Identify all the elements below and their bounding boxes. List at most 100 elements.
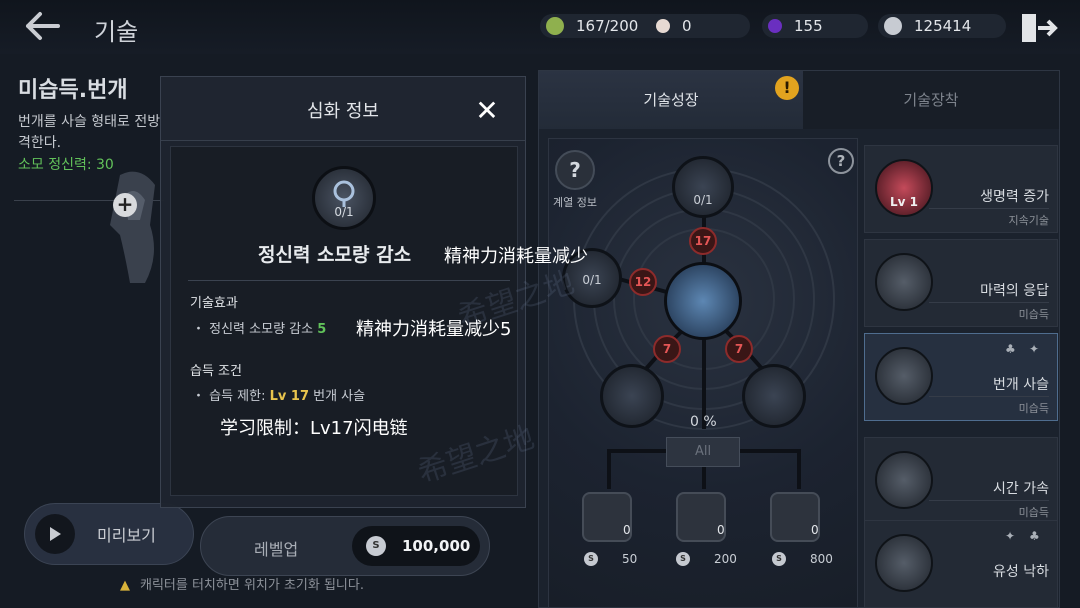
skill-node-bottom-left[interactable] — [600, 364, 664, 428]
book-count-1: 0 — [623, 523, 631, 537]
book-cost-2-value: 200 — [714, 552, 737, 566]
level-up-cost-value: 100,000 — [402, 537, 471, 555]
separator — [929, 500, 1049, 501]
preview-label: 미리보기 — [97, 526, 156, 545]
gem-counter: 155 — [762, 14, 868, 38]
skill-status: 미습득 — [1018, 402, 1049, 415]
page-title: 기술 — [94, 18, 139, 46]
warning-icon: ▲ — [120, 578, 130, 593]
requirement-skill: 번개 사슬 — [309, 389, 366, 404]
club-icon: ♣ — [1029, 529, 1040, 543]
requirement-level: Lv 17 — [269, 389, 309, 404]
skill-status: 미습득 — [1018, 506, 1049, 519]
meteor-icon — [875, 534, 933, 592]
skill-name: 미습득.번개 — [18, 78, 128, 103]
req-badge-bottom-right: 7 — [725, 335, 753, 363]
enhance-node-progress: 0/1 — [334, 205, 354, 219]
book-cost-2: S 200 — [676, 552, 737, 566]
translation-overlay: 精神力消耗量减少 — [444, 246, 588, 267]
silver-coin-icon — [884, 17, 902, 35]
play-icon — [35, 514, 75, 554]
effect-value: 5 — [317, 322, 327, 337]
purple-gem-icon — [768, 19, 782, 33]
tab-skill-equip[interactable]: 기술장착 — [803, 71, 1059, 129]
stamina-icon — [546, 17, 564, 35]
level-up-cost: S 100,000 — [352, 526, 480, 566]
exit-icon[interactable] — [1018, 10, 1058, 46]
coin-icon: S — [772, 552, 786, 566]
stamina-value: 167/200 — [576, 17, 639, 35]
warning-message: ▲ 캐릭터를 터치하면 위치가 초기화 됩니다. — [120, 574, 364, 593]
skill-status: 미습득 — [1018, 308, 1049, 321]
skill-level: Lv 1 — [890, 195, 918, 209]
pearl-counter: 0 — [650, 14, 750, 38]
skill-title: 유성 낙하 — [993, 564, 1049, 580]
coin-icon: S — [676, 552, 690, 566]
preview-button[interactable]: 미리보기 — [24, 503, 194, 565]
separator — [929, 396, 1049, 397]
progress-percent: 0 % — [690, 414, 717, 430]
effect-line: ・ 정신력 소모량 감소 5 — [192, 318, 326, 337]
skill-title: 시간 가속 — [993, 481, 1049, 497]
coin-value: 125414 — [914, 17, 972, 35]
back-arrow-icon[interactable] — [22, 8, 62, 44]
enhance-node-icon — [312, 166, 376, 230]
skill-list: Lv 1 생명력 증가 지속기술 마력의 응답 미습득 ♣ ✦ 번개 사슬 미습… — [864, 145, 1058, 608]
book-cost-1-value: 50 — [622, 552, 638, 566]
skill-node-top[interactable] — [672, 156, 734, 218]
requirement-label: ・ 습득 제한: — [192, 389, 270, 404]
skill-list-item-selected[interactable]: ♣ ✦ 번개 사슬 미습득 — [864, 333, 1058, 421]
skill-title: 생명력 증가 — [980, 189, 1049, 205]
translation-overlay: 精神力消耗量减少5 — [356, 319, 512, 340]
effect-label: ・ 정신력 소모량 감소 — [192, 322, 318, 337]
pearl-icon — [656, 19, 670, 33]
skill-list-item[interactable]: 마력의 응답 미습득 — [864, 239, 1058, 327]
level-up-label: 레벨업 — [254, 540, 299, 559]
enhance-skill-name: 정신력 소모량 감소 — [258, 244, 412, 266]
skill-node-center[interactable] — [664, 262, 742, 340]
skill-node-top-progress: 0/1 — [693, 193, 713, 207]
effect-header: 기술효과 — [190, 296, 238, 311]
book-count-2: 0 — [717, 523, 725, 537]
spark-icon: ✦ — [1029, 342, 1040, 356]
modal-title: 심화 정보 — [307, 101, 379, 122]
skill-type: 지속기술 — [1008, 214, 1049, 227]
book-cost-3: S 800 — [772, 552, 833, 566]
skill-title: 번개 사슬 — [993, 377, 1049, 393]
magic-response-icon — [875, 253, 933, 311]
club-icon: ♣ — [1005, 342, 1016, 356]
req-badge-top: 17 — [689, 227, 717, 255]
tree-info-label: 계열 정보 — [553, 196, 597, 209]
tree-info-button[interactable]: ? — [555, 150, 595, 190]
coin-icon: S — [584, 552, 598, 566]
alert-icon: ! — [775, 76, 799, 100]
close-icon[interactable]: ✕ — [472, 96, 502, 126]
spark-icon: ✦ — [1005, 529, 1016, 543]
coin-counter: 125414 — [878, 14, 1006, 38]
requirement-line: ・ 습득 제한: Lv 17 번개 사슬 — [192, 385, 365, 404]
book-cost-3-value: 800 — [810, 552, 833, 566]
heart-icon: Lv 1 — [875, 159, 933, 217]
skill-list-item[interactable]: ✦ ♣ 유성 낙하 — [864, 520, 1058, 608]
skill-node-bottom-right[interactable] — [742, 364, 806, 428]
silver-coin-icon: S — [366, 536, 386, 556]
skill-list-item[interactable]: Lv 1 생명력 증가 지속기술 — [864, 145, 1058, 233]
separator — [929, 302, 1049, 303]
time-accel-icon — [875, 451, 933, 509]
skill-title: 마력의 응답 — [980, 283, 1049, 299]
req-badge-left: 12 — [629, 268, 657, 296]
warning-text: 캐릭터를 터치하면 위치가 초기화 됩니다. — [140, 578, 364, 593]
tab-skill-growth[interactable]: 기술성장 — [539, 71, 803, 129]
pearl-value: 0 — [682, 17, 692, 35]
add-button[interactable]: + — [113, 193, 137, 217]
book-count-3: 0 — [811, 523, 819, 537]
book-cost-1: S 50 — [584, 552, 637, 566]
requirement-header: 습득 조건 — [190, 364, 242, 379]
help-icon[interactable]: ? — [828, 148, 854, 174]
gem-value: 155 — [794, 17, 823, 35]
lightning-chain-icon — [875, 347, 933, 405]
req-badge-bottom-left: 7 — [653, 335, 681, 363]
all-button[interactable]: All — [666, 437, 740, 467]
translation-overlay: 学习限制：Lv17闪电链 — [220, 418, 408, 439]
skill-list-item[interactable]: 시간 가속 미습득 — [864, 437, 1058, 525]
